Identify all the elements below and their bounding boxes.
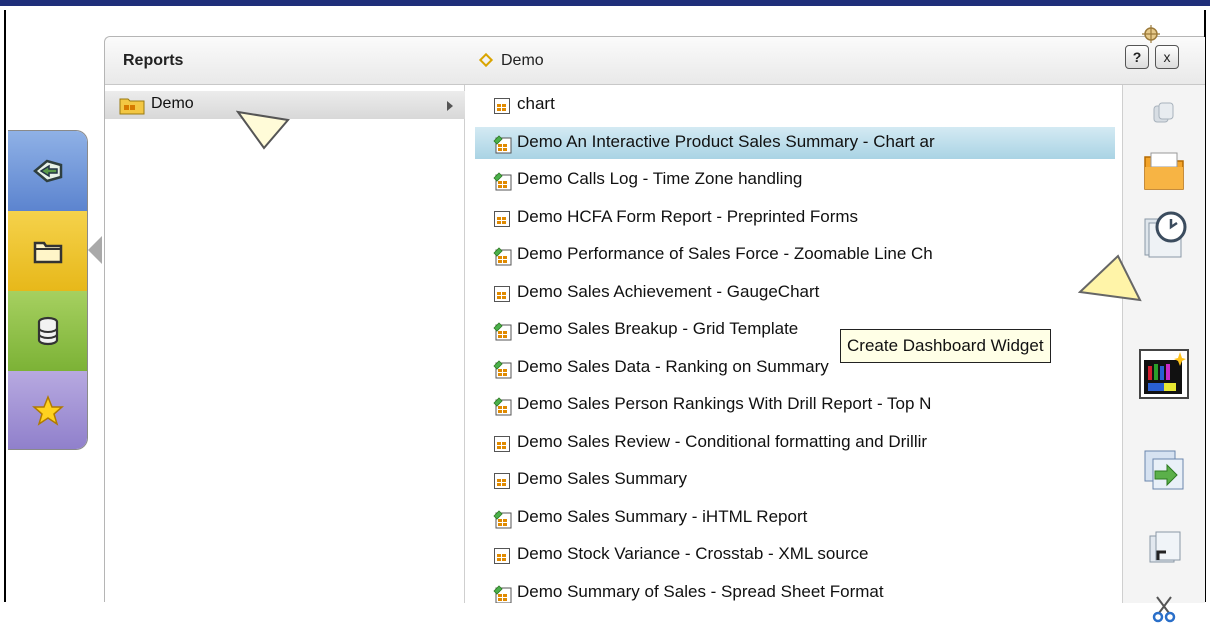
report-list-item-label: Demo Sales Achievement - GaugeChart — [517, 281, 820, 301]
report-list-item[interactable]: Demo Sales Review - Conditional formatti… — [475, 427, 1115, 459]
create-shortcut-button[interactable] — [1139, 523, 1189, 573]
interactive-report-icon — [493, 172, 513, 197]
shortcut-icon — [1149, 531, 1181, 563]
schedule-clock-icon — [1144, 211, 1187, 258]
report-list-item-label: Demo Sales Person Rankings With Drill Re… — [517, 394, 932, 413]
cut-button[interactable] — [1139, 585, 1189, 635]
action-toolbar — [1123, 85, 1205, 623]
interactive-report-icon — [493, 134, 513, 160]
report-icon — [493, 547, 511, 570]
side-tab-rail — [8, 130, 88, 450]
export-button[interactable] — [1139, 445, 1189, 495]
report-list-item-label: Demo Sales Summary - iHTML Report — [517, 506, 808, 526]
open-folder-icon — [1144, 152, 1184, 190]
report-list-item[interactable]: Demo Calls Log - Time Zone handling — [475, 164, 1115, 196]
report-list-item[interactable]: Demo Sales Summary — [475, 464, 1115, 496]
report-list-item[interactable]: Demo Performance of Sales Force - Zoomab… — [475, 239, 1115, 271]
copy-icon — [1153, 102, 1174, 123]
report-list-item-label: Demo Stock Variance - Crosstab - XML sou… — [517, 544, 869, 563]
star-icon — [32, 395, 64, 426]
report-list-item-label: Demo Summary of Sales - Spread Sheet For… — [517, 581, 884, 601]
pointer-callout-icon — [1078, 254, 1142, 302]
report-list-item-label: Demo Sales Summary — [517, 469, 688, 488]
copy-button[interactable] — [1139, 89, 1189, 139]
schedule-button[interactable] — [1139, 209, 1189, 259]
report-list-item-label: Demo Sales Data - Ranking on Summary — [517, 356, 829, 376]
create-dashboard-widget-button[interactable] — [1139, 349, 1189, 399]
dashboard-widget-icon — [1144, 352, 1186, 394]
folder-open-icon — [33, 241, 63, 264]
folder-icon — [119, 98, 145, 115]
report-list-item[interactable]: Demo HCFA Form Report - Preprinted Forms — [475, 202, 1115, 234]
report-list-item-label: Demo Calls Log - Time Zone handling — [517, 169, 803, 188]
current-folder-breadcrumb[interactable]: Demo — [477, 52, 544, 70]
reports-title: Reports — [123, 52, 184, 69]
folder-item-label: Demo — [151, 95, 194, 112]
current-folder-label: Demo — [501, 52, 544, 69]
frame-border-left — [4, 10, 6, 602]
rail-tab-back[interactable] — [8, 131, 87, 211]
report-list-item[interactable]: Demo Stock Variance - Crosstab - XML sou… — [475, 539, 1115, 571]
interactive-report-icon — [493, 509, 513, 535]
close-button[interactable]: x — [1155, 45, 1179, 69]
report-list-item-label: Demo Sales Review - Conditional formatti… — [517, 431, 928, 451]
rail-pointer — [88, 236, 102, 264]
report-list-item-label: Demo An Interactive Product Sales Summar… — [517, 131, 935, 151]
interactive-report-icon — [493, 359, 513, 385]
panel-header: Reports Demo ? x — [105, 25, 1205, 85]
expand-arrow-icon — [447, 101, 453, 111]
help-button[interactable]: ? — [1125, 45, 1149, 69]
report-list-item[interactable]: Demo Sales Person Rankings With Drill Re… — [475, 389, 1115, 421]
top-rule — [0, 0, 1210, 6]
export-icon — [1144, 450, 1184, 490]
interactive-report-icon — [493, 397, 513, 422]
interactive-report-icon — [493, 247, 513, 272]
report-list-item[interactable]: chart — [475, 89, 1115, 121]
paperclip-decoration-icon — [1142, 25, 1160, 43]
report-icon — [493, 435, 511, 458]
folder-list: Demo — [105, 85, 465, 603]
database-icon — [37, 316, 59, 346]
back-arrow-icon — [33, 159, 63, 183]
report-list-item-label: Demo Performance of Sales Force - Zoomab… — [517, 244, 933, 263]
report-list-item[interactable]: Demo Sales Achievement - GaugeChart — [475, 277, 1115, 309]
report-icon — [493, 97, 511, 120]
diamond-icon — [478, 53, 494, 68]
report-list-item[interactable]: Demo Sales Summary - iHTML Report — [475, 502, 1115, 534]
interactive-report-icon — [493, 584, 513, 603]
report-list-item-label: Demo Sales Breakup - Grid Template — [517, 319, 799, 338]
rail-tab-database[interactable] — [8, 291, 87, 371]
report-icon — [493, 210, 511, 233]
tooltip: Create Dashboard Widget — [840, 329, 1051, 363]
report-list-item-label: Demo HCFA Form Report - Preprinted Forms — [517, 206, 859, 226]
report-list-item[interactable]: Demo Summary of Sales - Spread Sheet For… — [475, 577, 1115, 603]
pointer-callout-icon — [236, 110, 290, 150]
interactive-report-icon — [493, 322, 513, 347]
report-icon — [493, 472, 511, 495]
open-button[interactable] — [1139, 145, 1189, 195]
report-list-item[interactable]: Demo An Interactive Product Sales Summar… — [475, 126, 1115, 160]
report-icon — [493, 285, 511, 308]
rail-tab-favorites[interactable] — [8, 371, 87, 449]
scissors-icon — [1152, 596, 1176, 623]
report-list-item-label: chart — [517, 94, 555, 113]
rail-tab-folders[interactable] — [8, 211, 87, 291]
